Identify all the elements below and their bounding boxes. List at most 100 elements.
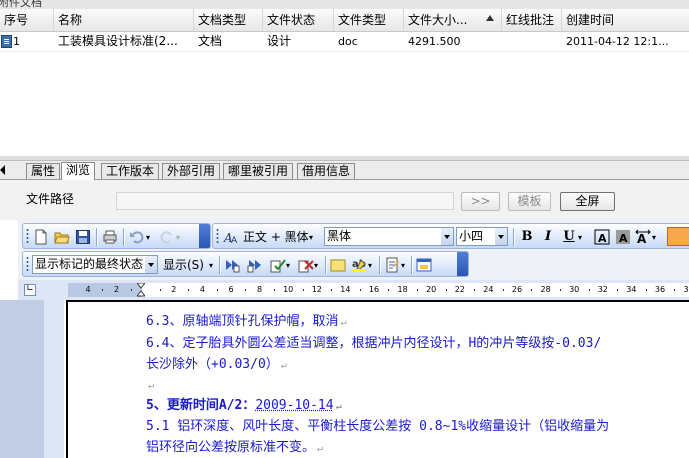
column-header-no[interactable]: 序号 <box>0 9 53 31</box>
cell-created: 2011-04-12 12:1... <box>566 35 669 48</box>
styles-pane-icon[interactable]: AA <box>223 229 239 245</box>
file-list-header: 序号 名称 文档类型 文件状态 文件类型 文件大小... 红线批注 创建时间 <box>0 9 689 32</box>
ruler-minor-tick <box>188 289 190 291</box>
toolbar-grip-icon[interactable] <box>216 228 219 244</box>
character-border-icon[interactable]: A <box>594 229 610 245</box>
ruler-tick-label: 4 <box>85 285 91 294</box>
column-header-file-type[interactable]: 文件类型 <box>333 9 403 31</box>
ruler-tick-label: 28 <box>540 285 551 294</box>
formatting-toolbar: AA 正文 + 黑体 ▾ 黑体 小四 B I U ▾ A A A ▾ <box>212 223 689 249</box>
next-button[interactable]: >> <box>461 192 500 211</box>
font-size-dropdown-icon[interactable] <box>495 228 507 245</box>
markup-display-combo[interactable]: 显示标记的最终状态 <box>32 255 158 274</box>
previous-change-icon[interactable] <box>224 257 240 273</box>
ruler-tick-label: 6 <box>228 285 234 294</box>
indent-marker-icon[interactable] <box>137 283 145 297</box>
column-header-created[interactable]: 创建时间 <box>561 9 689 31</box>
save-icon[interactable] <box>75 229 91 245</box>
ruler-minor-tick <box>102 289 104 291</box>
column-header-redline[interactable]: 红线批注 <box>501 9 561 31</box>
sort-ascending-icon <box>486 15 494 21</box>
track-changes-icon[interactable] <box>384 257 400 273</box>
ruler-tick-label: 38 <box>683 285 689 294</box>
show-menu-button[interactable]: 显示(S) <box>163 256 204 274</box>
reviewing-toolbar: 显示标记的最终状态 显示(S) ▾ ▾ ▾ ab ▾ ▾ <box>22 251 469 277</box>
cell-status: 设计 <box>267 34 292 48</box>
ruler-tick-label: 4 <box>199 285 205 294</box>
style-dropdown-icon[interactable]: ▾ <box>309 233 317 251</box>
tab-scroll-left-icon[interactable] <box>0 165 5 175</box>
bold-button[interactable]: B <box>519 229 535 245</box>
redo-dropdown-icon[interactable]: ▾ <box>176 233 184 251</box>
column-header-doc-type[interactable]: 文档类型 <box>193 9 262 31</box>
path-input[interactable] <box>116 192 454 210</box>
show-menu-dropdown-icon[interactable]: ▾ <box>209 261 217 279</box>
tab-where-used[interactable]: 哪里被引用 <box>223 163 294 179</box>
toolbar-grip-icon[interactable] <box>26 228 29 244</box>
accept-dropdown-icon[interactable]: ▾ <box>286 261 294 279</box>
cell-redline <box>502 32 561 51</box>
italic-button[interactable]: I <box>540 229 556 245</box>
column-header-name[interactable]: 名称 <box>53 9 193 31</box>
document-page[interactable]: 6.3、原轴端顶针孔保护帽，取消 ↵ 6.4、定子胎具外圆公差适当调整，根据冲片内… <box>66 300 689 458</box>
print-icon[interactable] <box>102 229 118 245</box>
ruler-minor-tick <box>302 289 304 291</box>
fullscreen-button[interactable]: 全屏 <box>560 192 615 211</box>
column-header-status[interactable]: 文件状态 <box>262 9 333 31</box>
doc-line-empty: ↵ <box>148 380 155 391</box>
tab-browse[interactable]: 浏览 <box>61 162 96 180</box>
underline-dropdown-icon[interactable]: ▾ <box>578 233 586 251</box>
style-combo-label[interactable]: 正文 + 黑体 <box>243 228 309 246</box>
highlight-tool-icon[interactable] <box>667 227 689 246</box>
table-row[interactable]: 1 工装模具设计标准(2... 文档 设计 doc 4291.500 2011-… <box>0 32 689 52</box>
accept-change-icon[interactable] <box>270 257 286 273</box>
new-comment-icon[interactable] <box>330 257 346 273</box>
ruler-minor-tick <box>245 289 247 291</box>
open-folder-icon[interactable] <box>54 229 70 245</box>
tab-external-references[interactable]: 外部引用 <box>162 163 221 179</box>
character-scaling-icon[interactable]: A <box>635 229 651 245</box>
vertical-ruler[interactable] <box>44 300 64 458</box>
ruler-tick-label: 14 <box>340 285 351 294</box>
scaling-dropdown-icon[interactable]: ▾ <box>652 233 660 251</box>
undo-icon[interactable] <box>129 229 145 245</box>
tab-properties[interactable]: 属性 <box>26 163 61 179</box>
toolbar-options-icon[interactable] <box>199 224 210 248</box>
cell-name: 工装模具设计标准(2... <box>58 34 178 48</box>
ruler-minor-tick <box>502 289 504 291</box>
underline-button[interactable]: U <box>561 229 577 245</box>
toolbar-grip-icon[interactable] <box>26 256 29 272</box>
horizontal-ruler[interactable]: 422468101214161820222426283032343638 <box>68 283 689 297</box>
tab-borrow-info[interactable]: 借用信息 <box>297 163 356 179</box>
ruler-tick-label: 24 <box>483 285 494 294</box>
svg-text:A: A <box>637 232 647 245</box>
font-combo-value: 黑体 <box>327 229 352 243</box>
ruler-minor-tick <box>388 289 390 291</box>
ruler-tick-label: 30 <box>569 285 580 294</box>
tab-stop-selector-icon[interactable]: ∟ <box>24 284 36 296</box>
reject-dropdown-icon[interactable]: ▾ <box>314 261 322 279</box>
ruler-tick-label: 8 <box>257 285 263 294</box>
highlight-icon[interactable]: ab <box>351 257 367 273</box>
highlight-dropdown-icon[interactable]: ▾ <box>368 261 376 279</box>
track-dropdown-icon[interactable]: ▾ <box>401 261 409 279</box>
font-size-combo[interactable]: 小四 <box>456 227 508 246</box>
tab-work-version[interactable]: 工作版本 <box>101 163 160 179</box>
toolbar-options-icon[interactable] <box>457 252 468 276</box>
undo-dropdown-icon[interactable]: ▾ <box>146 233 154 251</box>
markup-dropdown-icon[interactable] <box>145 256 157 273</box>
new-document-icon[interactable] <box>33 229 49 245</box>
template-button[interactable]: 模板 <box>508 192 551 211</box>
next-change-icon[interactable] <box>247 257 263 273</box>
attachment-panel-title: 附件文档 <box>0 0 689 9</box>
font-combo[interactable]: 黑体 <box>324 227 454 246</box>
font-dropdown-icon[interactable] <box>441 228 453 245</box>
reviewing-pane-icon[interactable] <box>416 257 432 273</box>
ruler-tick-label: 34 <box>626 285 637 294</box>
reject-change-icon[interactable] <box>298 257 314 273</box>
ruler-minor-tick <box>559 289 561 291</box>
document-background <box>0 300 64 458</box>
character-shading-icon[interactable]: A <box>615 229 631 245</box>
ruler-tick-label: 32 <box>597 285 608 294</box>
redo-icon[interactable] <box>159 229 175 245</box>
